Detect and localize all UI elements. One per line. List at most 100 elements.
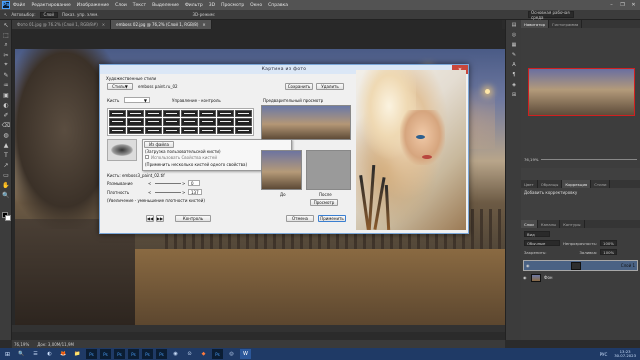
lasso-tool-icon[interactable]: ⌕ <box>0 40 12 50</box>
show-transform-controls[interactable]: Показ. упр. элем. <box>62 12 99 17</box>
photoshop-icon[interactable]: Ps <box>156 349 167 359</box>
preview-main-image[interactable] <box>261 105 351 140</box>
blend-mode-dropdown[interactable]: Обычные <box>524 240 560 246</box>
brush-cell[interactable] <box>163 118 180 126</box>
photoshop-icon[interactable]: Ps <box>114 349 125 359</box>
tab-close-icon[interactable]: × <box>202 22 205 27</box>
crop-tool-icon[interactable]: ✂ <box>0 50 12 60</box>
density-decrease-icon[interactable]: < <box>148 190 151 195</box>
shape-tool-icon[interactable]: ▭ <box>0 170 12 180</box>
brush-cell[interactable] <box>109 110 126 118</box>
app-icon[interactable]: ◐ <box>44 349 55 359</box>
restore-icon[interactable]: ❐ <box>618 1 627 8</box>
brush-cell[interactable] <box>127 126 144 134</box>
preview-button[interactable]: Просмотр <box>310 199 338 206</box>
brush-cell[interactable] <box>127 118 144 126</box>
tab-adjustments[interactable]: Коррекция <box>562 180 592 188</box>
layer-name[interactable]: Фон <box>544 275 553 280</box>
menu-layers[interactable]: Слои <box>115 3 127 8</box>
opacity-field[interactable]: 100% <box>600 240 617 246</box>
apply-button[interactable]: Применить <box>318 215 346 222</box>
clock[interactable]: 13:23 30.07.2023 <box>614 349 636 359</box>
start-button-icon[interactable]: ⊞ <box>2 349 13 359</box>
task-view-icon[interactable]: ☰ <box>30 349 41 359</box>
navigator-zoom-slider[interactable] <box>541 158 637 160</box>
photoshop-icon[interactable]: Ps <box>212 349 223 359</box>
layer-row-layer1[interactable]: ◉ Слой 1 <box>523 260 638 271</box>
move-tool-icon[interactable]: ↖ <box>4 12 7 17</box>
brush-cell[interactable] <box>163 126 180 134</box>
blur-slider[interactable] <box>155 183 181 184</box>
tab-layers[interactable]: Слои <box>521 220 538 228</box>
save-style-button[interactable]: Сохранить <box>285 83 313 90</box>
delete-style-button[interactable]: Удалить <box>316 83 344 90</box>
menu-window[interactable]: Окно <box>250 3 262 8</box>
layer-name[interactable]: Слой 1 <box>621 263 635 268</box>
blur-increase-icon[interactable]: > <box>182 181 185 186</box>
pencil-tool-icon[interactable]: ✐ <box>0 110 12 120</box>
blur-decrease-icon[interactable]: < <box>148 181 151 186</box>
menu-view[interactable]: Просмотр <box>221 3 244 8</box>
doc-tab-photo[interactable]: Фото 01.jpg @ 76.2% (Слой 1, RGB/8#) × <box>12 20 112 29</box>
character-panel-icon[interactable]: A <box>506 60 522 70</box>
actions-panel-icon[interactable]: ⊞ <box>506 90 522 100</box>
blur-field[interactable]: 0 <box>188 180 200 186</box>
layer-kind-filter[interactable]: Вид <box>524 231 550 237</box>
tab-styles[interactable]: Стили <box>591 180 611 188</box>
photoshop-icon[interactable]: Ps <box>128 349 139 359</box>
hand-tool-icon[interactable]: ✋ <box>0 180 12 190</box>
navigator-thumbnail[interactable] <box>528 68 635 116</box>
menu-filter[interactable]: Фильтр <box>185 3 203 8</box>
layer-row-background[interactable]: ◉ Фон <box>523 272 638 283</box>
properties-panel-icon[interactable]: ◎ <box>506 30 522 40</box>
close-icon[interactable]: ✕ <box>629 1 638 8</box>
eye-icon[interactable]: ◉ <box>526 263 531 268</box>
brush-cell[interactable] <box>199 118 216 126</box>
menu-3d[interactable]: 3D <box>209 3 215 8</box>
prev-preset-button[interactable]: ◀◀ <box>146 215 154 222</box>
menu-file[interactable]: Файл <box>13 3 25 8</box>
brush-cell[interactable] <box>235 126 252 134</box>
density-slider[interactable] <box>155 192 181 193</box>
paragraph-panel-icon[interactable]: ¶ <box>506 70 522 80</box>
brush-grid[interactable] <box>107 108 254 136</box>
brush-dropdown[interactable]: ▼ <box>124 97 150 103</box>
use-props-checkbox[interactable] <box>145 155 149 159</box>
density-increase-icon[interactable]: > <box>182 190 185 195</box>
app-icon[interactable]: ⊙ <box>184 349 195 359</box>
photoshop-icon[interactable]: Ps <box>100 349 111 359</box>
app-icon[interactable]: ◎ <box>226 349 237 359</box>
brush-tool-icon[interactable]: ♒ <box>0 80 12 90</box>
app-icon[interactable]: ◉ <box>170 349 181 359</box>
tab-histogram[interactable]: Гистограмма <box>549 20 583 28</box>
fill-field[interactable]: 100% <box>600 249 618 255</box>
marquee-tool-icon[interactable]: ⬚ <box>0 30 12 40</box>
eraser-tool-icon[interactable]: ⌫ <box>0 120 12 130</box>
brush-cell[interactable] <box>181 110 198 118</box>
photoshop-icon[interactable]: Ps <box>86 349 97 359</box>
auto-select-dropdown[interactable]: Слой <box>39 11 58 18</box>
healing-tool-icon[interactable]: ✎ <box>0 70 12 80</box>
brush-cell[interactable] <box>217 110 234 118</box>
folder-icon[interactable]: 📁 <box>72 349 83 359</box>
tab-paths[interactable]: Контуры <box>560 220 585 228</box>
navigator-zoom-value[interactable]: 76,19% <box>524 157 538 162</box>
tab-navigator[interactable]: Навигатор <box>521 20 550 28</box>
brush-cell[interactable] <box>199 126 216 134</box>
move-tool-icon[interactable]: ↖ <box>0 20 12 30</box>
tab-swatches[interactable]: Образцы <box>538 180 563 188</box>
brush-panel-icon[interactable]: ✎ <box>506 50 522 60</box>
menu-select[interactable]: Выделение <box>152 3 179 8</box>
tab-color[interactable]: Цвет <box>521 180 538 188</box>
firefox-icon[interactable]: 🦊 <box>58 349 69 359</box>
doc-tab-emboss[interactable]: emboss 02.jpg @ 76,2% (Слой 1, RGB/8) × <box>111 20 212 29</box>
minimize-icon[interactable]: – <box>607 1 616 8</box>
next-preset-button[interactable]: ▶▶ <box>156 215 164 222</box>
styles-panel-icon[interactable]: ◈ <box>506 80 522 90</box>
brush-cell[interactable] <box>235 110 252 118</box>
auto-select-checkbox[interactable]: Автовыбор: <box>11 12 35 17</box>
info-panel-icon[interactable]: ▦ <box>506 40 522 50</box>
zoom-level[interactable]: 76,19% <box>14 342 29 347</box>
brush-cell[interactable] <box>145 118 162 126</box>
language-indicator[interactable]: РУС <box>600 352 608 357</box>
